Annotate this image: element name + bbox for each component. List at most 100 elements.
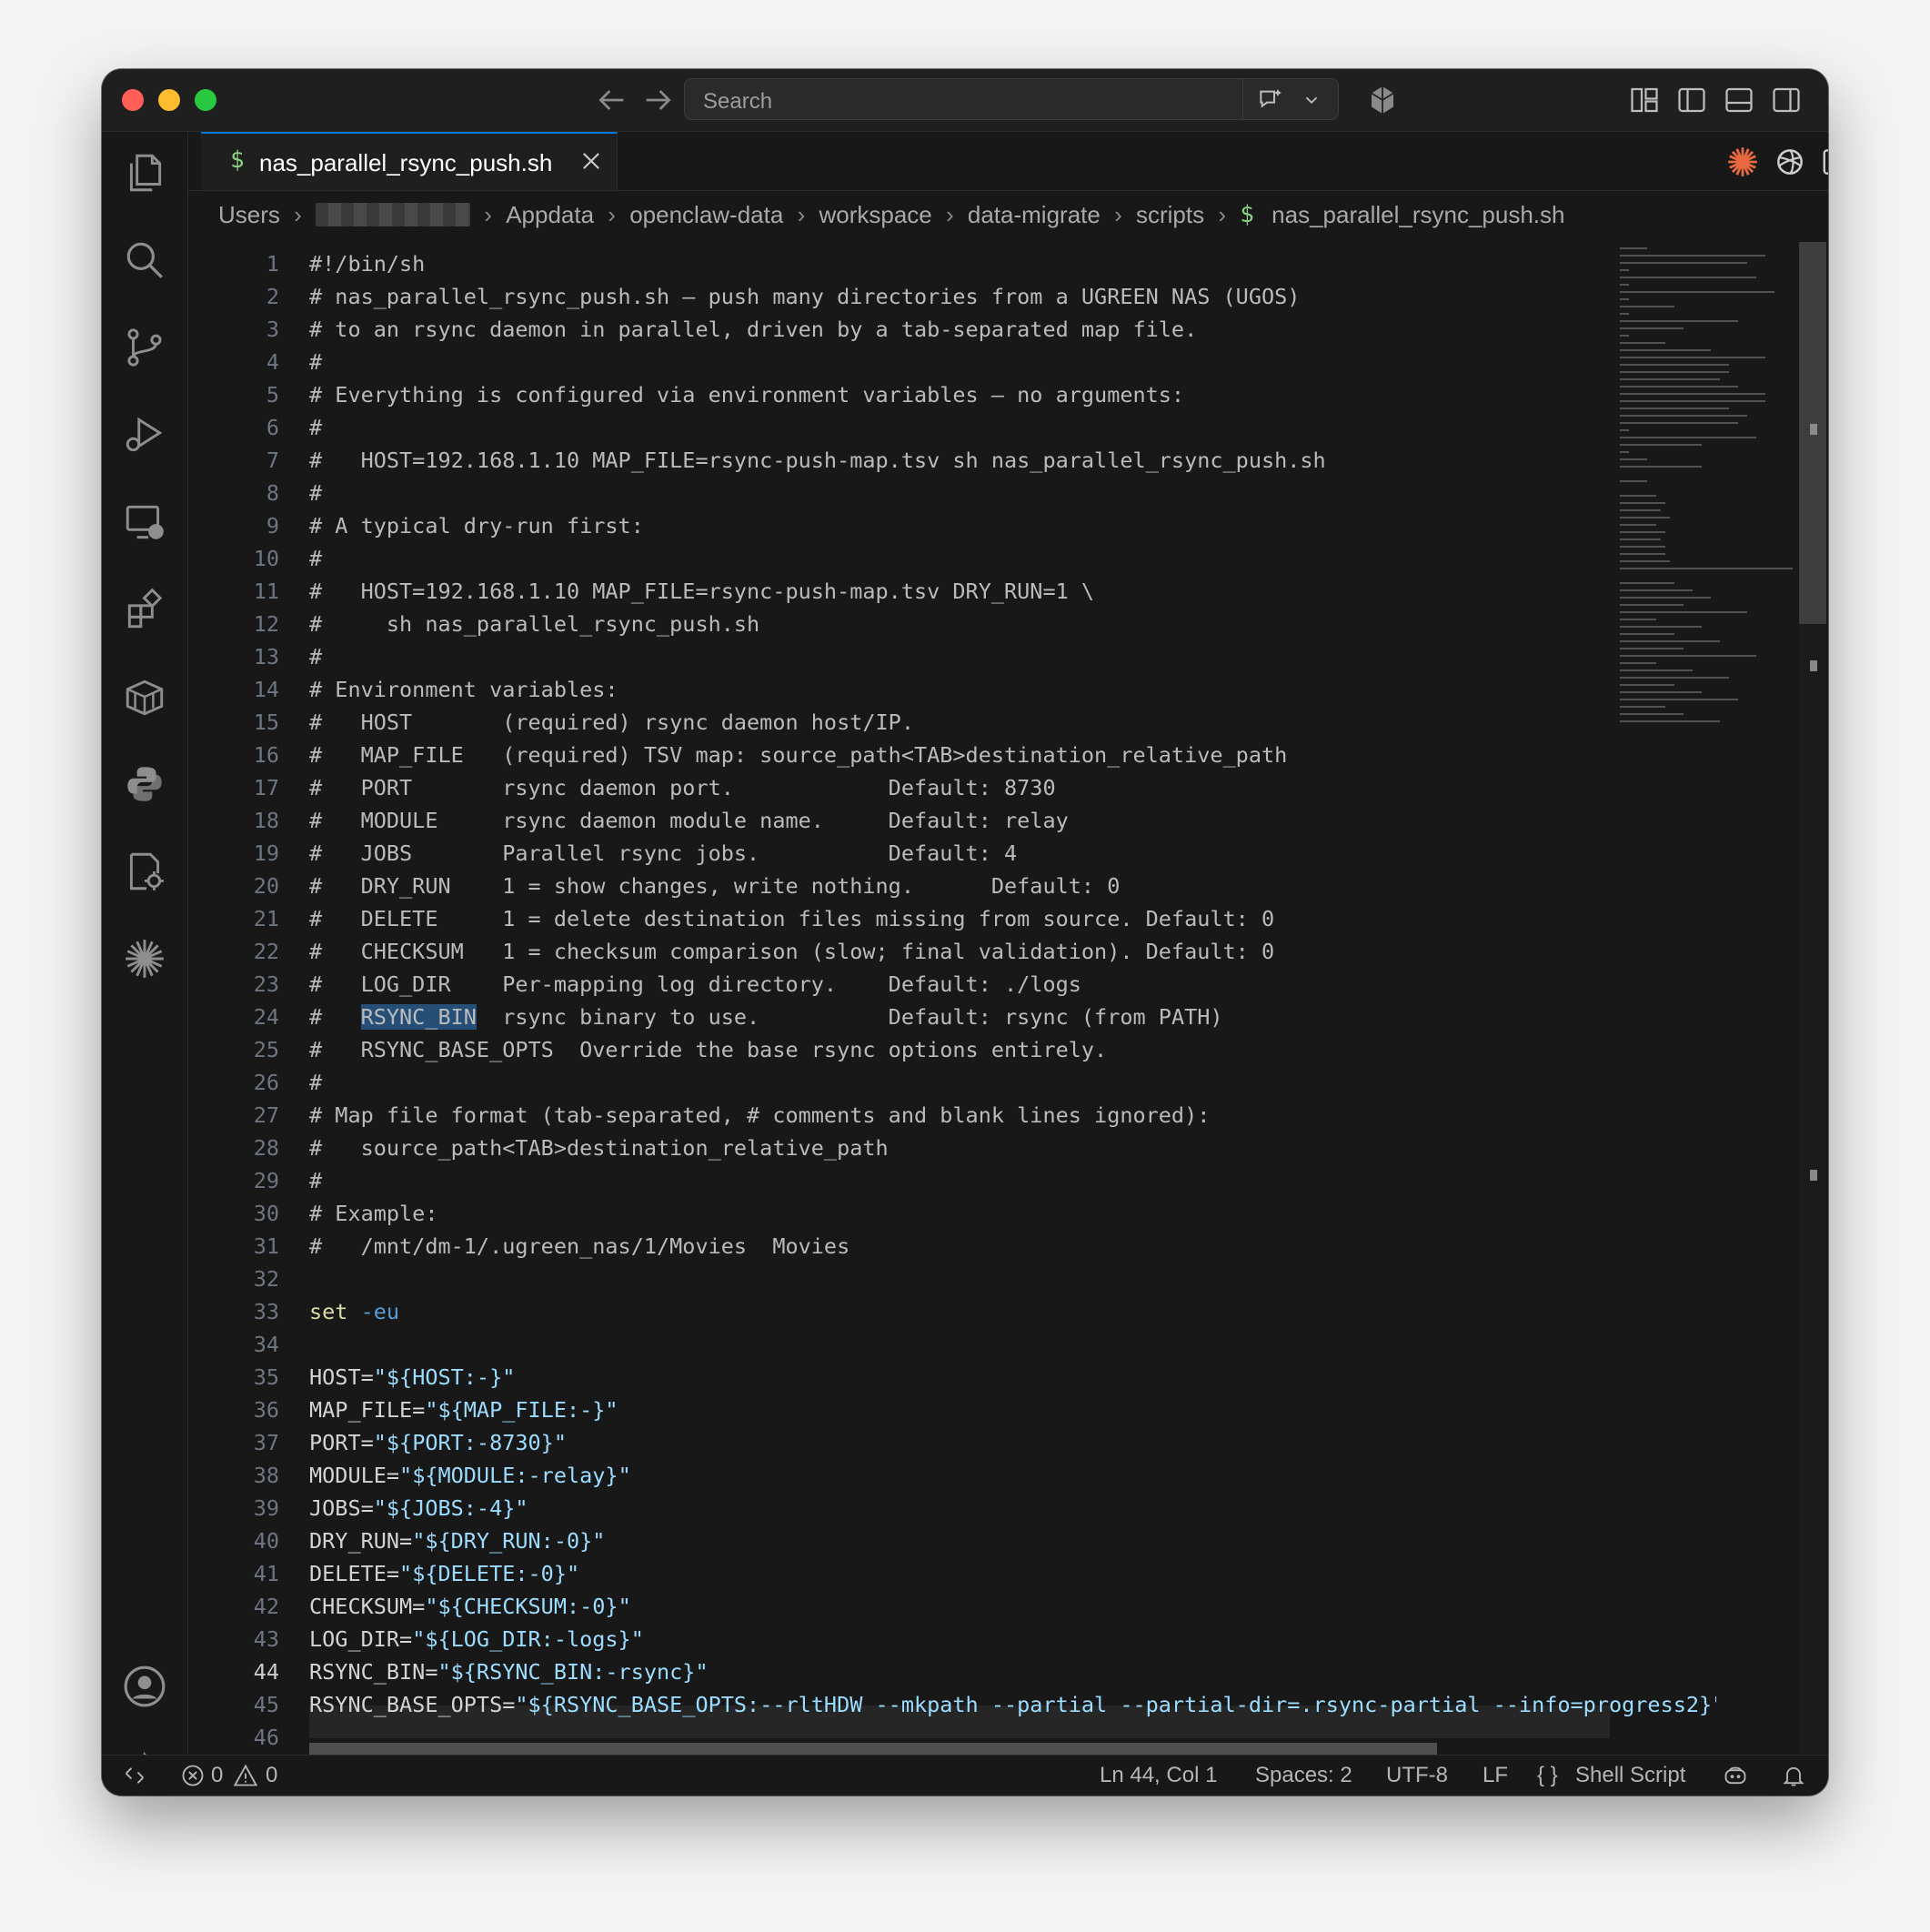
toggle-panel-icon[interactable] <box>1723 84 1755 116</box>
account-icon[interactable] <box>122 1664 167 1709</box>
code-line[interactable]: 9 # A typical dry-run first: <box>188 509 1716 542</box>
code-line[interactable]: 39 JOBS="${JOBS:-4}" <box>188 1492 1716 1524</box>
copilot-icon[interactable] <box>1723 1763 1748 1788</box>
search-icon[interactable] <box>122 237 167 283</box>
line-number: 36 <box>253 1397 279 1423</box>
code-line[interactable]: 37 PORT="${PORT:-8730}" <box>188 1426 1716 1459</box>
code-line[interactable]: 4 # <box>188 346 1716 378</box>
code-line[interactable]: 43 LOG_DIR="${LOG_DIR:-logs}" <box>188 1623 1716 1655</box>
code-line[interactable]: 10 # <box>188 542 1716 575</box>
source-control-icon[interactable] <box>122 325 167 370</box>
code-line[interactable]: 6 # <box>188 411 1716 444</box>
language-mode[interactable]: Shell Script <box>1575 1763 1685 1788</box>
code-line[interactable]: 13 # <box>188 640 1716 673</box>
code-line[interactable]: 26 # <box>188 1066 1716 1099</box>
copilot-cube-icon[interactable] <box>1366 84 1399 116</box>
code-line[interactable]: 32 <box>188 1263 1716 1295</box>
line-number: 16 <box>253 742 279 768</box>
code-line[interactable]: 35 HOST="${HOST:-}" <box>188 1361 1716 1394</box>
forward-arrow-icon[interactable] <box>640 82 677 118</box>
code-line[interactable]: 16 # MAP_FILE (required) TSV map: source_… <box>188 739 1716 771</box>
claude-asterisk-icon[interactable] <box>122 936 167 981</box>
end-of-line[interactable]: LF <box>1483 1763 1508 1788</box>
code-line[interactable]: 14 # Environment variables: <box>188 673 1716 706</box>
indentation[interactable]: Spaces: 2 <box>1255 1763 1352 1788</box>
breadcrumb-item[interactable]: data-migrate <box>968 201 1101 229</box>
encoding[interactable]: UTF-8 <box>1386 1763 1448 1788</box>
code-line[interactable]: 8 # <box>188 477 1716 509</box>
breadcrumb-item[interactable]: Users <box>218 201 280 229</box>
notifications-bell-icon[interactable] <box>1781 1763 1806 1788</box>
breadcrumb-item[interactable]: scripts <box>1136 201 1204 229</box>
toggle-secondary-sidebar-icon[interactable] <box>1770 84 1803 116</box>
close-tab-icon[interactable] <box>578 148 604 174</box>
toggle-primary-sidebar-icon[interactable] <box>1675 84 1708 116</box>
code-editor[interactable]: 1 #!/bin/sh 2 # nas_parallel_rsync_push.sh … <box>188 242 1716 1756</box>
minimap-line <box>1620 509 1661 511</box>
command-center-search[interactable]: Search <box>684 78 1339 120</box>
code-line[interactable]: 24 # RSYNC_BIN rsync binary to use. Defau… <box>188 1001 1716 1033</box>
minimap-line <box>1620 364 1729 366</box>
code-line[interactable]: 21 # DELETE 1 = delete destination files … <box>188 902 1716 935</box>
remote-connection-icon[interactable] <box>122 1763 147 1788</box>
code-line[interactable]: 42 CHECKSUM="${CHECKSUM:-0}" <box>188 1590 1716 1623</box>
code-line[interactable]: 22 # CHECKSUM 1 = checksum comparison (sl… <box>188 935 1716 968</box>
code-line[interactable]: 44 RSYNC_BIN="${RSYNC_BIN:-rsync}" <box>188 1655 1716 1688</box>
breadcrumb-file[interactable]: nas_parallel_rsync_push.sh <box>1272 201 1564 229</box>
error-icon[interactable] <box>180 1763 206 1788</box>
code-line[interactable]: 17 # PORT rsync daemon port. Default: 873… <box>188 771 1716 804</box>
code-line[interactable]: 20 # DRY_RUN 1 = show changes, write noth… <box>188 870 1716 902</box>
code-line[interactable]: 23 # LOG_DIR Per-mapping log directory. D… <box>188 968 1716 1001</box>
code-line[interactable]: 41 DELETE="${DELETE:-0}" <box>188 1557 1716 1590</box>
code-line[interactable]: 15 # HOST (required) rsync daemon host/IP… <box>188 706 1716 739</box>
remote-settings-icon[interactable] <box>122 849 167 894</box>
breadcrumb-item[interactable]: openclaw-data <box>629 201 783 229</box>
warning-count[interactable]: 0 <box>266 1763 277 1788</box>
split-editor-icon[interactable] <box>1820 145 1828 179</box>
code-line[interactable]: 7 # HOST=192.168.1.10 MAP_FILE=rsync-push… <box>188 444 1716 477</box>
chatgpt-icon[interactable] <box>1773 145 1807 179</box>
code-line[interactable]: 29 # <box>188 1164 1716 1197</box>
customize-layout-icon[interactable] <box>1628 84 1661 116</box>
run-debug-icon[interactable] <box>122 412 167 458</box>
code-line[interactable]: 25 # RSYNC_BASE_OPTS Override the base rs… <box>188 1033 1716 1066</box>
python-icon[interactable] <box>122 761 167 807</box>
code-line[interactable]: 31 # /mnt/dm-1/.ugreen_nas/1/Movies Movie… <box>188 1230 1716 1263</box>
remote-explorer-icon[interactable] <box>122 499 167 545</box>
code-line[interactable]: 33 set -eu <box>188 1295 1716 1328</box>
close-window-button[interactable] <box>122 89 144 111</box>
maximize-window-button[interactable] <box>195 89 216 111</box>
containers-icon[interactable] <box>122 674 167 719</box>
code-line[interactable]: 3 # to an rsync daemon in parallel, drive… <box>188 313 1716 346</box>
code-line[interactable]: 30 # Example: <box>188 1197 1716 1230</box>
extensions-icon[interactable] <box>122 587 167 632</box>
warning-icon[interactable] <box>233 1763 258 1788</box>
code-line[interactable]: 11 # HOST=192.168.1.10 MAP_FILE=rsync-pus… <box>188 575 1716 608</box>
minimap[interactable] <box>1616 242 1798 751</box>
chat-dropdown-button[interactable] <box>1242 79 1338 119</box>
tab-nas-parallel-rsync-push[interactable]: $ nas_parallel_rsync_push.sh <box>201 132 618 190</box>
code-line[interactable]: 18 # MODULE rsync daemon module name. Def… <box>188 804 1716 837</box>
vertical-scrollbar[interactable] <box>1799 242 1826 1756</box>
explorer-icon[interactable] <box>122 150 167 196</box>
cursor-position[interactable]: Ln 44, Col 1 <box>1100 1763 1217 1788</box>
error-count[interactable]: 0 <box>211 1763 223 1788</box>
claude-code-icon[interactable] <box>1725 145 1760 179</box>
code-line[interactable]: 19 # JOBS Parallel rsync jobs. Default: 4 <box>188 837 1716 870</box>
code-line[interactable]: 5 # Everything is configured via environm… <box>188 378 1716 411</box>
code-line[interactable]: 12 # sh nas_parallel_rsync_push.sh <box>188 608 1716 640</box>
minimize-window-button[interactable] <box>158 89 180 111</box>
code-line[interactable]: 34 <box>188 1328 1716 1361</box>
code-line[interactable]: 38 MODULE="${MODULE:-relay}" <box>188 1459 1716 1492</box>
code-line[interactable]: 36 MAP_FILE="${MAP_FILE:-}" <box>188 1394 1716 1426</box>
back-arrow-icon[interactable] <box>593 82 629 118</box>
code-line[interactable]: 2 # nas_parallel_rsync_push.sh — push man… <box>188 280 1716 313</box>
code-line[interactable]: 1 #!/bin/sh <box>188 247 1716 280</box>
code-line[interactable]: 45 RSYNC_BASE_OPTS="${RSYNC_BASE_OPTS:--r… <box>188 1688 1716 1721</box>
code-line[interactable]: 40 DRY_RUN="${DRY_RUN:-0}" <box>188 1524 1716 1557</box>
breadcrumb-item[interactable]: Appdata <box>506 201 594 229</box>
code-line[interactable]: 28 # source_path<TAB>destination_relative… <box>188 1132 1716 1164</box>
vscode-window: Search $ nas_parallel_rsync_push.sh User… <box>102 69 1828 1796</box>
breadcrumb-item[interactable]: workspace <box>819 201 931 229</box>
code-line[interactable]: 27 # Map file format (tab-separated, # co… <box>188 1099 1716 1132</box>
